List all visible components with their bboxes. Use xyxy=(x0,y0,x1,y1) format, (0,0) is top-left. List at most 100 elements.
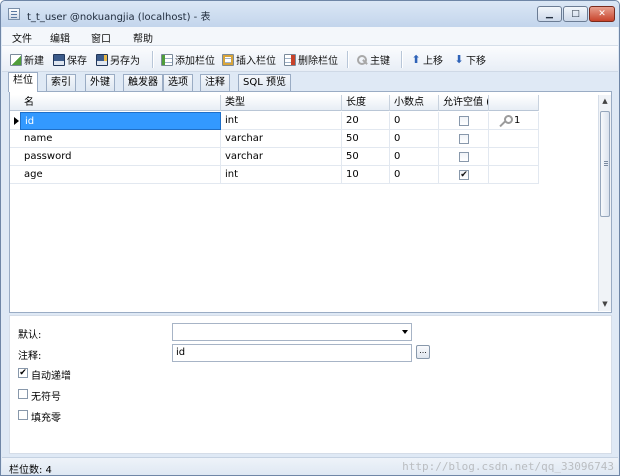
field-type-cell[interactable]: int xyxy=(221,166,342,184)
column-header-length[interactable]: 长度 xyxy=(342,95,390,111)
zerofill-label: 填充零 xyxy=(31,413,61,424)
save-as-button[interactable]: 另存为 xyxy=(96,52,140,67)
primary-key-marker: 1 xyxy=(499,112,529,130)
scrollbar-thumb[interactable] xyxy=(600,111,610,217)
field-name-cell[interactable]: name xyxy=(20,130,221,148)
move-down-label: 下移 xyxy=(466,56,486,67)
field-length-cell[interactable]: 20 xyxy=(342,112,390,130)
save-label: 保存 xyxy=(67,56,87,67)
allow-null-cell[interactable] xyxy=(439,148,489,166)
key-icon xyxy=(356,54,368,66)
column-header-type[interactable]: 类型 xyxy=(221,95,342,111)
save-as-icon xyxy=(96,53,108,66)
close-button[interactable]: ✕ xyxy=(589,6,615,22)
key-cell[interactable] xyxy=(489,130,539,148)
title-bar[interactable]: t_t_user @nokuangjia (localhost) - 表 ▁ □… xyxy=(1,1,619,27)
auto-increment-checkbox[interactable]: ✔ xyxy=(18,368,28,378)
move-up-label: 上移 xyxy=(423,56,443,67)
toolbar-separator xyxy=(401,51,402,68)
new-button[interactable]: 新建 xyxy=(10,52,44,67)
menu-edit[interactable]: 编辑 xyxy=(50,30,70,45)
comment-field[interactable]: id xyxy=(172,344,412,362)
add-column-label: 添加栏位 xyxy=(175,56,215,67)
tab-indexes[interactable]: 索引 xyxy=(46,74,76,91)
column-header-key[interactable] xyxy=(489,95,539,111)
default-value-combobox[interactable] xyxy=(172,323,412,341)
allow-null-checkbox[interactable] xyxy=(459,134,469,144)
allow-null-checkbox[interactable] xyxy=(459,116,469,126)
unsigned-label: 无符号 xyxy=(31,392,61,403)
unsigned-checkbox[interactable] xyxy=(18,389,28,399)
field-name-cell[interactable]: password xyxy=(20,148,221,166)
tab-bar: 栏位 索引 外键 触发器 选项 注释 SQL 预览 xyxy=(2,72,618,92)
insert-column-button[interactable]: 插入栏位 xyxy=(222,52,276,67)
allow-null-cell[interactable]: ✔ xyxy=(439,166,489,184)
tab-triggers[interactable]: 触发器 xyxy=(123,74,163,91)
delete-column-icon xyxy=(284,53,296,66)
grip-icon xyxy=(604,161,608,162)
save-button[interactable]: 保存 xyxy=(53,52,87,67)
scroll-up-icon[interactable]: ▲ xyxy=(599,95,611,108)
field-type-cell[interactable]: varchar xyxy=(221,148,342,166)
primary-key-button[interactable]: 主键 xyxy=(356,52,390,67)
insert-column-label: 插入栏位 xyxy=(236,56,276,67)
key-cell[interactable] xyxy=(489,148,539,166)
tab-comment[interactable]: 注释 xyxy=(200,74,230,91)
scroll-down-icon[interactable]: ▼ xyxy=(599,298,611,311)
tab-fields[interactable]: 栏位 xyxy=(8,72,38,92)
tab-options[interactable]: 选项 xyxy=(163,74,193,91)
chevron-down-icon[interactable] xyxy=(402,330,408,334)
column-header-allow-null[interactable]: 允许空值 ( xyxy=(439,95,489,111)
field-decimals-cell[interactable]: 0 xyxy=(390,112,439,130)
toolbar-separator xyxy=(347,51,348,68)
field-type-cell[interactable]: int xyxy=(221,112,342,130)
allow-null-cell[interactable] xyxy=(439,130,489,148)
move-down-button[interactable]: ⬇ 下移 xyxy=(453,52,486,67)
field-name-cell[interactable]: age xyxy=(20,166,221,184)
fields-grid: 名 类型 长度 小数点 允许空值 ( id int 20 0 1 name va… xyxy=(9,91,612,313)
new-label: 新建 xyxy=(24,56,44,67)
key-cell[interactable]: 1 xyxy=(489,112,539,130)
allow-null-cell[interactable] xyxy=(439,112,489,130)
zerofill-checkbox[interactable] xyxy=(18,410,28,420)
menu-window[interactable]: 窗口 xyxy=(91,30,111,45)
add-column-button[interactable]: 添加栏位 xyxy=(161,52,215,67)
move-up-button[interactable]: ⬆ 上移 xyxy=(410,52,443,67)
field-length-cell[interactable]: 50 xyxy=(342,130,390,148)
allow-null-checkbox[interactable] xyxy=(459,152,469,162)
comment-edit-button[interactable]: ... xyxy=(416,345,430,359)
key-cell[interactable] xyxy=(489,166,539,184)
field-decimals-cell[interactable]: 0 xyxy=(390,166,439,184)
table-row[interactable]: password varchar 50 0 xyxy=(10,148,539,166)
column-header-decimals[interactable]: 小数点 xyxy=(390,95,439,111)
field-length-cell[interactable]: 50 xyxy=(342,148,390,166)
column-header-name[interactable]: 名 xyxy=(20,95,221,111)
vertical-scrollbar[interactable]: ▲ ▼ xyxy=(598,95,611,311)
field-type-cell[interactable]: varchar xyxy=(221,130,342,148)
minimize-button[interactable]: ▁ xyxy=(537,6,562,22)
row-indicator xyxy=(11,130,19,148)
menu-help[interactable]: 帮助 xyxy=(133,30,153,45)
toolbar: 新建 保存 另存为 添加栏位 插入栏位 删除栏位 主键 ⬆ 上移 ⬇ 下移 xyxy=(2,46,618,72)
save-icon xyxy=(53,53,65,66)
field-decimals-cell[interactable]: 0 xyxy=(390,148,439,166)
row-indicator xyxy=(11,166,19,184)
tab-foreign-keys[interactable]: 外键 xyxy=(85,74,115,91)
grid-header: 名 类型 长度 小数点 允许空值 ( xyxy=(10,95,539,111)
field-length-cell[interactable]: 10 xyxy=(342,166,390,184)
field-decimals-cell[interactable]: 0 xyxy=(390,130,439,148)
table-row[interactable]: age int 10 0 ✔ xyxy=(10,166,539,184)
menu-file[interactable]: 文件 xyxy=(12,30,32,45)
menu-bar: 文件 编辑 窗口 帮助 xyxy=(2,27,618,46)
table-row[interactable]: name varchar 50 0 xyxy=(10,130,539,148)
current-row-indicator-icon xyxy=(11,112,19,130)
arrow-up-icon: ⬆ xyxy=(411,53,421,66)
maximize-button[interactable]: □ xyxy=(563,6,588,22)
delete-column-button[interactable]: 删除栏位 xyxy=(284,52,338,67)
allow-null-checkbox[interactable]: ✔ xyxy=(459,170,469,180)
save-as-label: 另存为 xyxy=(110,56,140,67)
table-row[interactable]: id int 20 0 1 xyxy=(10,112,539,130)
field-name-cell[interactable]: id xyxy=(20,112,221,130)
primary-key-icon xyxy=(499,115,513,127)
tab-sql-preview[interactable]: SQL 预览 xyxy=(238,74,291,91)
